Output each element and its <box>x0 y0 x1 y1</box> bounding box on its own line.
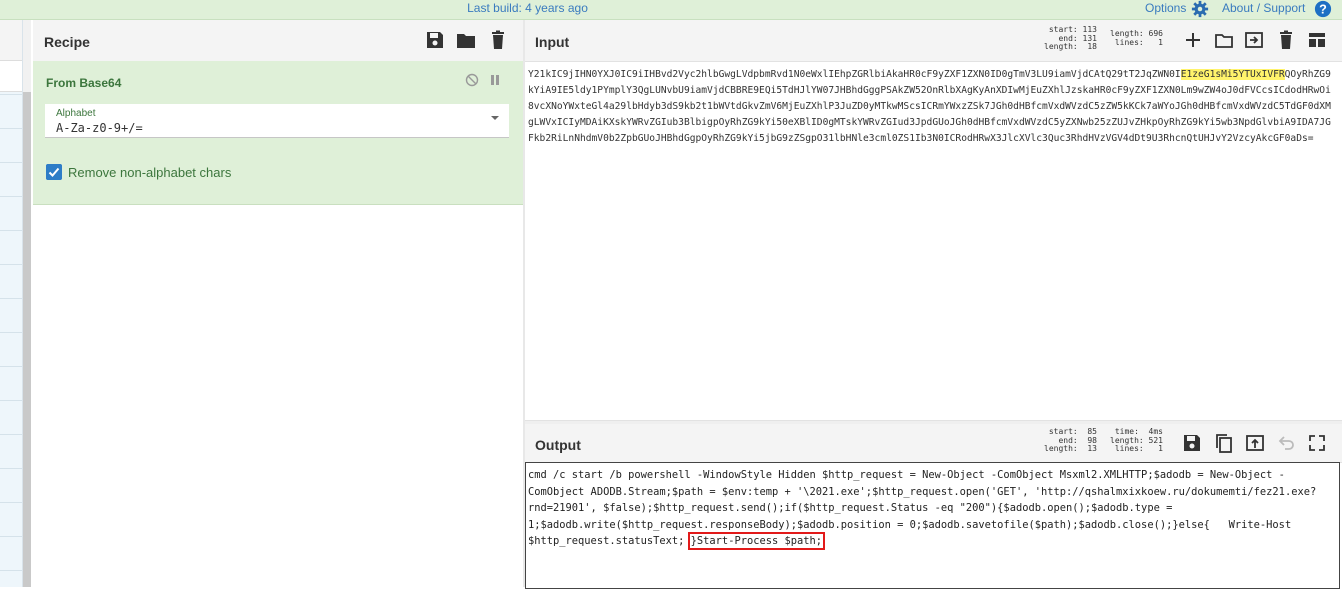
input-text-highlight: E1zeG1sMi5YTUxIVFR <box>1180 69 1285 80</box>
undo-icon[interactable] <box>1276 433 1296 453</box>
input-stats: length: 696 lines: 1 <box>1103 29 1163 47</box>
input-text-before: Y21kIC9jIHN0YXJ0IC9iIHBvd2Vyc2hlbGwgLVdp… <box>528 69 1181 80</box>
output-textarea[interactable]: cmd /c start /b powershell -WindowStyle … <box>525 462 1340 589</box>
operation-divider <box>0 468 22 469</box>
operations-scrollbar[interactable] <box>23 92 31 587</box>
operation-divider <box>0 264 22 265</box>
operations-panel <box>0 20 23 587</box>
operations-header <box>0 20 22 61</box>
import-icon[interactable] <box>1244 30 1264 50</box>
folder-icon[interactable] <box>456 30 476 50</box>
operations-search[interactable] <box>0 61 22 92</box>
operation-divider <box>0 196 22 197</box>
operation-divider <box>0 502 22 503</box>
save-icon[interactable] <box>425 30 445 50</box>
operation-name: From Base64 <box>46 76 122 90</box>
save-icon[interactable] <box>1182 433 1202 453</box>
alphabet-label: Alphabet <box>56 108 96 119</box>
operation-divider <box>0 570 22 571</box>
operation-divider <box>0 298 22 299</box>
operation-divider <box>0 230 22 231</box>
folder-icon[interactable] <box>1214 30 1234 50</box>
layout-icon[interactable] <box>1307 30 1327 50</box>
checkbox-icon[interactable] <box>46 164 62 180</box>
from-base64-operation[interactable]: From Base64 Alphabet A-Za-z0-9+/= Remove… <box>33 61 523 205</box>
top-banner: Last build: 4 years ago Options About / … <box>0 0 1342 20</box>
disable-icon[interactable] <box>465 73 479 87</box>
output-selection-length: length: 13 <box>1044 444 1097 453</box>
operation-divider <box>0 366 22 367</box>
operation-divider <box>0 128 22 129</box>
input-header: Input start: 113 end: 131 length: 18 len… <box>525 20 1342 62</box>
operation-divider <box>0 536 22 537</box>
operation-divider <box>0 400 22 401</box>
output-header: Output start: 85 end: 98 length: 13 time… <box>525 424 1342 463</box>
input-lines: lines: 1 <box>1114 37 1163 47</box>
operation-divider <box>0 332 22 333</box>
output-lines: lines: 1 <box>1114 444 1163 453</box>
recipe-header: Recipe <box>33 20 523 62</box>
output-stats: time: 4ms length: 521 lines: 1 <box>1103 427 1163 454</box>
input-title: Input <box>535 34 570 50</box>
gear-icon[interactable] <box>1191 0 1209 18</box>
output-selection-stats: start: 85 end: 98 length: 13 <box>1037 427 1097 454</box>
recipe-title: Recipe <box>44 34 90 50</box>
input-selection-length: length: 18 <box>1044 42 1097 51</box>
output-text-main: cmd /c start /b powershell -WindowStyle … <box>528 469 1317 548</box>
operation-divider <box>0 162 22 163</box>
input-text-after: QOyRhZG9kYiA9IE5ldy1PYmplY3QgLUNvbU9iamV… <box>528 69 1331 144</box>
alphabet-select[interactable]: Alphabet A-Za-z0-9+/= <box>45 104 509 138</box>
operation-divider <box>0 94 22 95</box>
input-panel: Input start: 113 end: 131 length: 18 len… <box>525 20 1342 420</box>
pause-icon[interactable] <box>489 74 501 86</box>
plus-icon[interactable] <box>1183 30 1203 50</box>
output-text: cmd /c start /b powershell -WindowStyle … <box>528 467 1328 551</box>
options-link[interactable]: Options <box>1145 1 1186 15</box>
last-build-text: Last build: 4 years ago <box>467 1 588 15</box>
output-title: Output <box>535 437 581 453</box>
remove-non-alphabet-label[interactable]: Remove non-alphabet chars <box>68 165 231 180</box>
input-selection-stats: start: 113 end: 131 length: 18 <box>1037 25 1097 52</box>
annotation-box: }Start-Process $path; <box>687 532 826 551</box>
trash-icon[interactable] <box>1276 30 1296 50</box>
replace-input-icon[interactable] <box>1245 433 1265 453</box>
svg-text:?: ? <box>1319 3 1327 17</box>
help-icon[interactable]: ? <box>1314 0 1332 18</box>
about-support-link[interactable]: About / Support <box>1222 1 1305 15</box>
operation-divider <box>0 434 22 435</box>
alphabet-value: A-Za-z0-9+/= <box>56 121 143 135</box>
output-panel: Output start: 85 end: 98 length: 13 time… <box>525 424 1342 589</box>
operations-scrollbar-track[interactable] <box>23 20 31 92</box>
input-textarea[interactable]: Y21kIC9jIHN0YXJ0IC9iIHBvd2Vyc2hlbGwgLVdp… <box>528 67 1336 147</box>
trash-icon[interactable] <box>488 30 508 50</box>
maximize-icon[interactable] <box>1307 433 1327 453</box>
copy-icon[interactable] <box>1214 433 1234 453</box>
recipe-panel: Recipe From Base64 Alphabet A-Za-z0-9+/=… <box>33 20 523 587</box>
dropdown-caret-icon[interactable] <box>491 116 499 120</box>
